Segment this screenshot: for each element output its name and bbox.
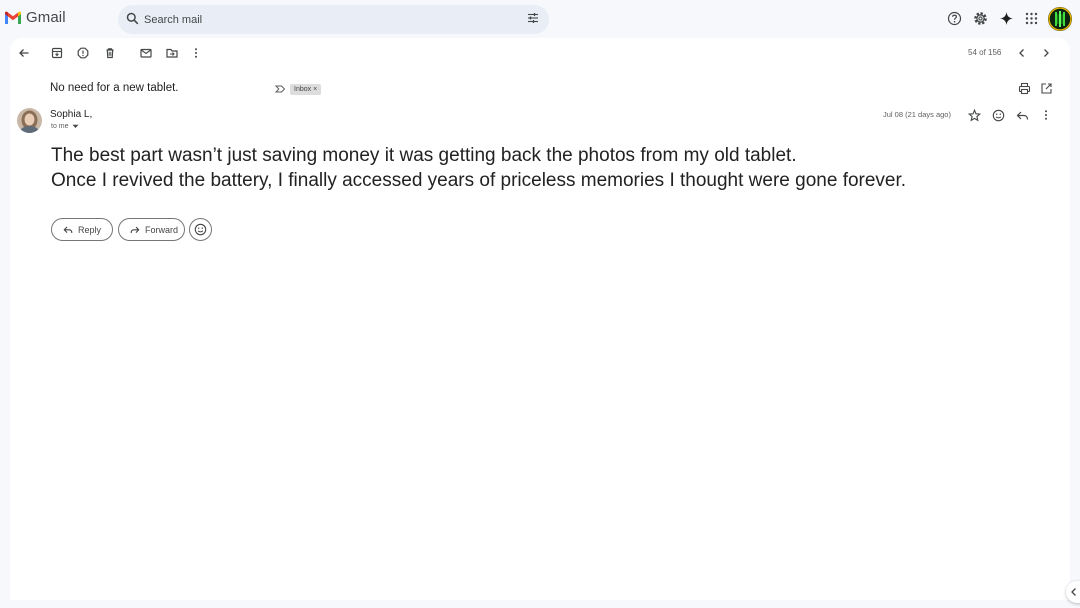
apps-grid-icon[interactable] <box>1025 12 1038 25</box>
gmail-logo[interactable]: Gmail <box>4 9 66 26</box>
sender-name[interactable]: Sophia L, <box>50 109 92 120</box>
recipient-details[interactable]: to me <box>51 123 79 130</box>
settings-icon[interactable] <box>973 11 988 26</box>
reply-button-label: Reply <box>78 224 102 235</box>
account-avatar[interactable] <box>1048 7 1072 31</box>
message-panel <box>10 38 1070 600</box>
back-arrow-icon[interactable] <box>16 45 32 61</box>
forward-button-label: Forward <box>145 224 179 235</box>
gmail-m-icon <box>5 11 21 24</box>
forward-icon <box>130 226 140 233</box>
add-reaction-icon[interactable] <box>990 107 1006 123</box>
chevron-left-icon <box>1071 588 1076 596</box>
body-line: The best part wasn’t just saving money i… <box>51 145 797 166</box>
mark-unread-icon[interactable] <box>138 45 154 61</box>
pager-count: 54 of 156 <box>968 48 1002 57</box>
search-icon[interactable] <box>126 12 139 25</box>
search-bar[interactable] <box>118 5 549 34</box>
gemini-icon[interactable] <box>999 11 1014 26</box>
reply-icon[interactable] <box>1014 107 1030 123</box>
email-subject: No need for a new tablet. <box>50 82 179 94</box>
account-avatar-image <box>1048 7 1072 31</box>
report-spam-icon[interactable] <box>75 45 91 61</box>
expand-details-icon[interactable] <box>72 124 79 129</box>
reply-button[interactable]: Reply <box>51 218 113 241</box>
print-icon[interactable] <box>1016 80 1032 96</box>
emoji-reaction-button[interactable] <box>189 218 212 241</box>
body-line: Once I revived the battery, I finally ac… <box>51 170 907 191</box>
inbox-label-chip[interactable]: Inbox × <box>290 84 322 95</box>
remove-label-icon[interactable]: × <box>313 86 317 93</box>
label-chip-text: Inbox <box>294 86 312 93</box>
app-name: Gmail <box>26 9 66 26</box>
emoji-icon <box>194 223 207 236</box>
reply-icon <box>63 226 73 233</box>
search-input[interactable] <box>144 10 514 29</box>
email-date: Jul 08 (21 days ago) <box>883 110 951 119</box>
sender-avatar[interactable] <box>17 108 42 133</box>
star-icon[interactable] <box>966 107 982 123</box>
top-bar: Gmail <box>0 0 1080 38</box>
newer-chevron-icon[interactable] <box>1014 45 1030 61</box>
recipient-text: to me <box>51 123 69 130</box>
help-icon[interactable] <box>947 11 962 26</box>
archive-icon[interactable] <box>49 45 65 61</box>
forward-button[interactable]: Forward <box>118 218 185 241</box>
move-to-icon[interactable] <box>164 45 180 61</box>
email-body: The best part wasn’t just saving money i… <box>51 143 906 193</box>
older-chevron-icon[interactable] <box>1038 45 1054 61</box>
open-new-window-icon[interactable] <box>1038 80 1054 96</box>
important-marker-icon[interactable] <box>272 81 288 97</box>
delete-icon[interactable] <box>102 45 118 61</box>
search-options-icon[interactable] <box>527 12 539 24</box>
message-more-icon[interactable] <box>1038 107 1054 123</box>
sender-photo <box>17 108 42 133</box>
more-vert-icon[interactable] <box>188 45 204 61</box>
